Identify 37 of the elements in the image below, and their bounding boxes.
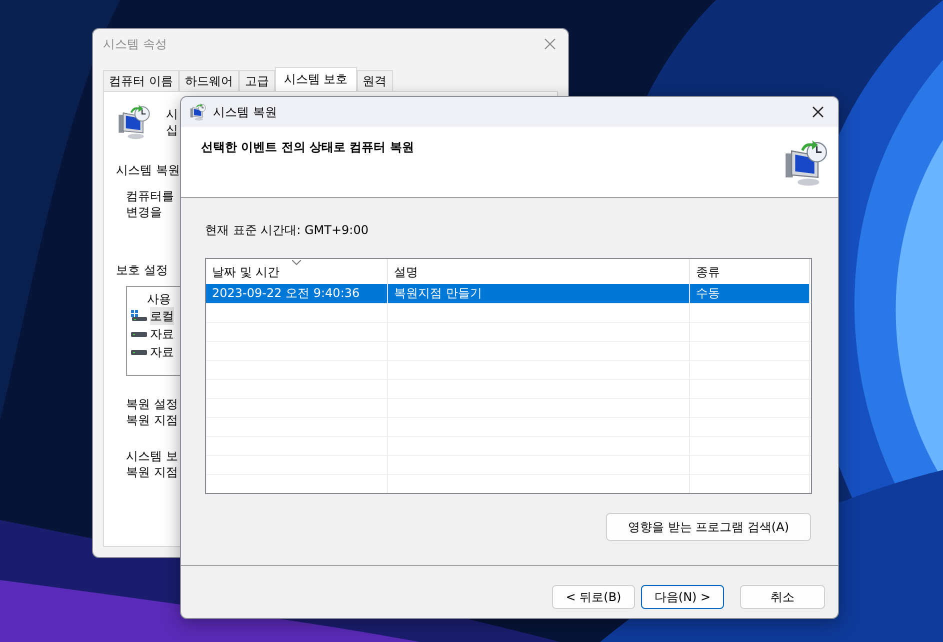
timezone-label: 현재 표준 시간대: GMT+9:00 [205,222,370,238]
drive-item[interactable]: 로컬 [150,307,174,325]
tab[interactable]: 고급 [238,70,275,91]
tab[interactable]: 시스템 보호 [274,67,357,91]
page-heading: 선택한 이벤트 전의 상태로 컴퓨터 복원 [201,139,414,156]
section-heading: 보호 설정 [116,262,168,278]
drive-icon [131,332,147,336]
monitor-clock-icon [189,103,207,121]
table-cell[interactable]: 수동 [690,284,810,303]
tab[interactable]: 원격 [356,70,393,91]
description-text: 복원 지점 [126,412,179,428]
dialog-button[interactable]: 다음(N) > [641,585,724,609]
close-icon [811,105,825,119]
description-text: 변경을 [126,204,163,220]
dialog-button[interactable]: 취소 [740,585,825,609]
close-icon[interactable] [542,36,558,52]
scan-button[interactable]: 영향을 받는 프로그램 검색(A) [606,513,811,541]
table-cell[interactable]: 2023-09-22 오전 9:40:36 [206,284,388,303]
drive-icon [131,350,147,354]
column-header: 사용 [146,292,171,306]
window-title: 시스템 복원 [213,104,278,120]
description-text: 시 [166,106,178,122]
drive-item[interactable]: 자료 [150,325,174,343]
monitor-clock-icon [116,104,152,140]
window-title: 시스템 속성 [103,36,167,52]
tab[interactable]: 컴퓨터 이름 [103,70,179,91]
description-text: 컴퓨터를 [126,188,175,204]
tab[interactable]: 하드웨어 [178,70,239,91]
system-drive-icon [131,310,147,322]
description-text: 십 [166,122,178,138]
dialog-button[interactable]: < 뒤로(B) [552,585,635,609]
description-text: 복원 설정 [126,396,179,412]
table-cell[interactable]: 복원지점 만들기 [388,284,690,303]
description-text: 시스템 보 [126,448,179,464]
drive-item[interactable]: 자료 [150,343,174,361]
section-heading: 시스템 복원 [116,162,180,178]
description-text: 복원 지점 [126,464,179,480]
